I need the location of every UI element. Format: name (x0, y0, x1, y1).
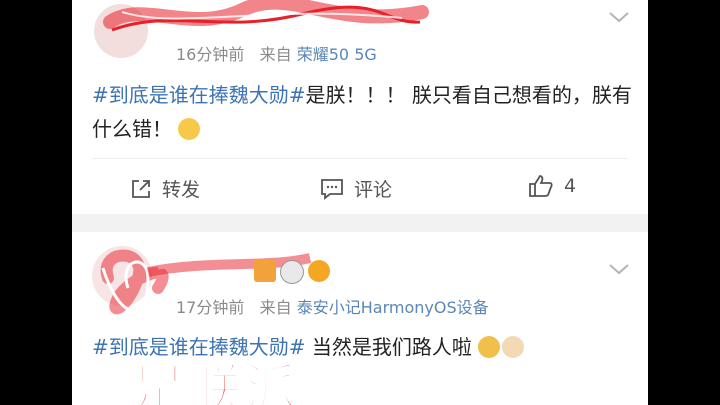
post-separator (72, 214, 648, 232)
post-source[interactable]: 荣耀50 5G (297, 45, 377, 64)
comment-label: 评论 (354, 179, 393, 201)
redaction-scribble (103, 0, 429, 32)
fish-icon (308, 260, 330, 282)
post-body: 当然是我们路人啦 (305, 335, 472, 359)
repost-label: 转发 (162, 179, 201, 201)
cat-emoji-icon (501, 336, 524, 358)
comment-icon (321, 178, 343, 200)
repost-button[interactable]: 转发 (130, 175, 200, 202)
emoji-icon (178, 118, 200, 140)
from-label: 来自 (259, 45, 292, 64)
like-count: 4 (564, 175, 577, 197)
from-label: 来自 (259, 298, 292, 317)
hashtag-link[interactable]: #到底是谁在捧魏大勋# (92, 83, 306, 107)
post-source[interactable]: 泰安小记HarmonyOS设备 (297, 298, 489, 317)
hashtag-link[interactable]: #到底是谁在捧魏大勋# (92, 335, 306, 359)
chevron-down-icon[interactable] (608, 10, 630, 24)
panda-icon (280, 260, 304, 284)
like-button[interactable]: 4 (528, 174, 576, 198)
overlay-caption: 是朕派 (131, 358, 300, 405)
feed-screen: 16分钟前 来自 荣耀50 5G #到底是谁在捧魏大勋#是朕！！！ 朕只看自己想… (72, 0, 648, 405)
dog-emoji-icon (477, 336, 500, 358)
thumbs-up-icon (529, 175, 553, 197)
repost-icon (132, 179, 150, 198)
chevron-down-icon[interactable] (608, 262, 630, 276)
crown-icon (254, 260, 276, 282)
post-meta: 16分钟前 来自 荣耀50 5G (176, 41, 377, 65)
post-text: #到底是谁在捧魏大勋#是朕！！！ 朕只看自己想看的，朕有什么错！ (92, 78, 637, 146)
post-time: 16分钟前 (176, 45, 245, 64)
post-time: 17分钟前 (176, 298, 245, 317)
post-meta: 17分钟前 来自 泰安小记HarmonyOS设备 (176, 294, 489, 318)
comment-button[interactable]: 评论 (320, 175, 392, 202)
badge-icons (254, 260, 330, 284)
divider (92, 158, 628, 159)
